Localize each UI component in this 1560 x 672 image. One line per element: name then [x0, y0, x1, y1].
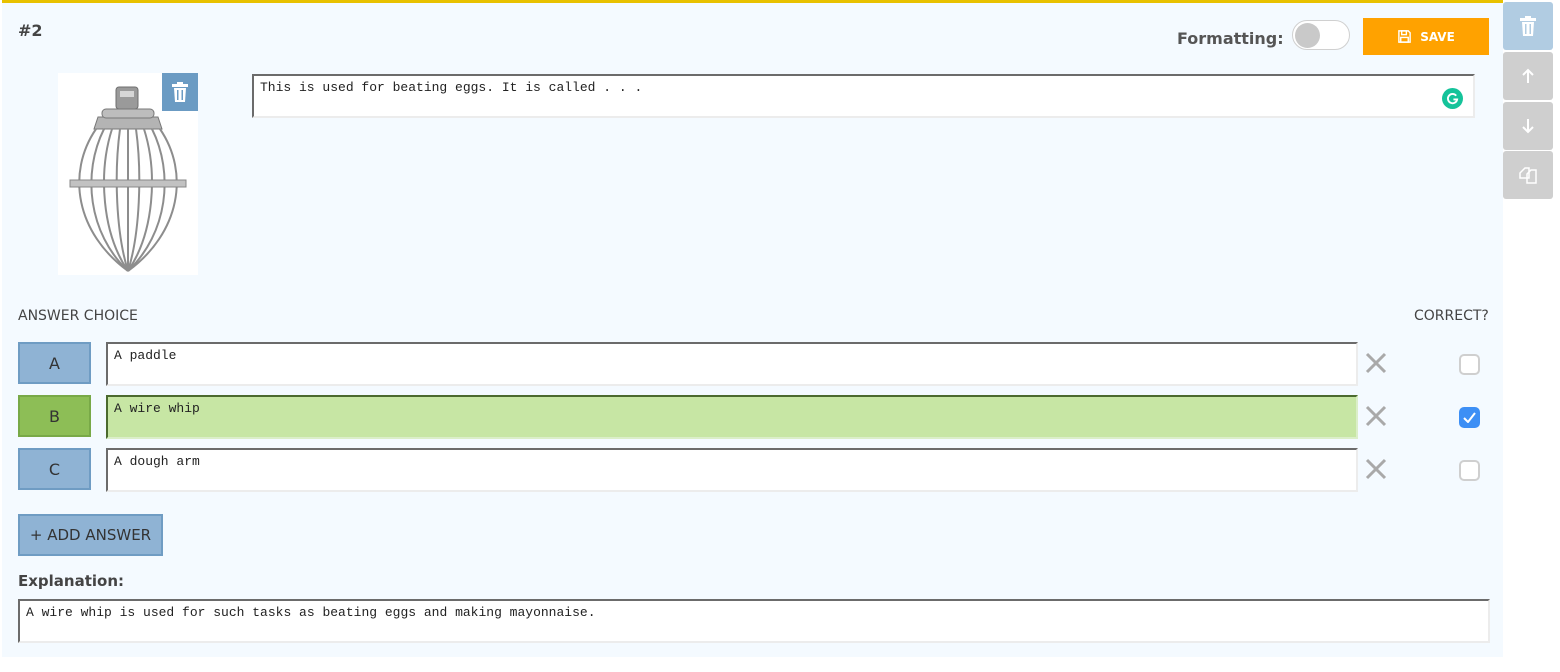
delete-question-button[interactable] — [1503, 2, 1553, 50]
arrow-down-icon — [1522, 119, 1534, 134]
formatting-label: Formatting: — [1177, 29, 1284, 48]
duplicate-icon — [1519, 167, 1537, 184]
trash-icon — [172, 82, 188, 102]
save-button[interactable]: SAVE — [1363, 18, 1489, 55]
answer-input-b[interactable]: A wire whip — [106, 395, 1358, 439]
question-text: This is used for beating eggs. It is cal… — [260, 80, 643, 95]
explanation-input[interactable]: A wire whip is used for such tasks as be… — [18, 599, 1490, 643]
explanation-text: A wire whip is used for such tasks as be… — [26, 605, 596, 620]
answer-input-a[interactable]: A paddle — [106, 342, 1358, 386]
answer-text: A wire whip — [114, 401, 200, 416]
correct-header: CORRECT? — [1414, 308, 1489, 324]
answer-letter-b[interactable]: B — [18, 395, 91, 437]
question-card: #2 Formatting: SAVE This is used for bea… — [2, 0, 1503, 657]
answer-letter-a[interactable]: A — [18, 342, 91, 384]
correct-checkbox-c[interactable] — [1459, 460, 1480, 481]
remove-answer-c-icon[interactable] — [1364, 457, 1388, 481]
move-up-button[interactable] — [1503, 52, 1553, 100]
duplicate-button[interactable] — [1503, 151, 1553, 199]
delete-image-button[interactable] — [162, 73, 198, 111]
question-input[interactable]: This is used for beating eggs. It is cal… — [252, 74, 1475, 118]
answer-text: A dough arm — [114, 454, 200, 469]
question-number: #2 — [18, 21, 43, 40]
trash-icon — [1520, 16, 1536, 36]
checkmark-icon — [1463, 412, 1476, 423]
formatting-toggle[interactable] — [1292, 20, 1350, 50]
explanation-label: Explanation: — [18, 572, 125, 590]
correct-checkbox-b[interactable] — [1459, 407, 1480, 428]
toggle-knob — [1295, 23, 1320, 48]
correct-checkbox-a[interactable] — [1459, 354, 1480, 375]
answer-choice-header: ANSWER CHOICE — [18, 308, 138, 324]
move-down-button[interactable] — [1503, 102, 1553, 150]
save-label: SAVE — [1420, 29, 1455, 44]
answer-letter-c[interactable]: C — [18, 448, 91, 490]
remove-answer-a-icon[interactable] — [1364, 351, 1388, 375]
answer-text: A paddle — [114, 348, 177, 363]
arrow-up-icon — [1522, 68, 1534, 83]
remove-answer-b-icon[interactable] — [1364, 404, 1388, 428]
floppy-disk-icon — [1398, 30, 1412, 43]
grammarly-icon[interactable] — [1442, 88, 1463, 109]
add-answer-button[interactable]: + ADD ANSWER — [18, 514, 163, 556]
answer-input-c[interactable]: A dough arm — [106, 448, 1358, 492]
